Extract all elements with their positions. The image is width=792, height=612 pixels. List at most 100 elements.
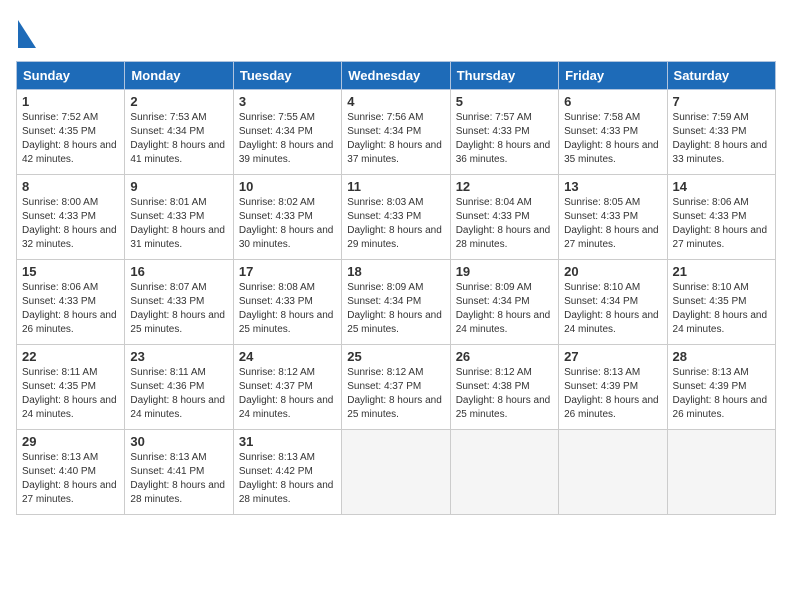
weekday-header-row: SundayMondayTuesdayWednesdayThursdayFrid… (17, 62, 776, 90)
sunrise-label: Sunrise: 8:09 AM (456, 282, 532, 293)
calendar-cell (450, 430, 558, 515)
sunrise-label: Sunrise: 7:57 AM (456, 112, 532, 123)
weekday-header-sunday: Sunday (17, 62, 125, 90)
calendar-cell: 30 Sunrise: 8:13 AM Sunset: 4:41 PM Dayl… (125, 430, 233, 515)
sunset-label: Sunset: 4:35 PM (22, 381, 96, 392)
cell-content: Sunrise: 8:11 AM Sunset: 4:36 PM Dayligh… (130, 366, 227, 422)
sunrise-label: Sunrise: 8:09 AM (347, 282, 423, 293)
week-row-4: 22 Sunrise: 8:11 AM Sunset: 4:35 PM Dayl… (17, 345, 776, 430)
daylight-label: Daylight: 8 hours and 36 minutes. (456, 140, 551, 165)
sunset-label: Sunset: 4:34 PM (456, 296, 530, 307)
calendar-cell: 25 Sunrise: 8:12 AM Sunset: 4:37 PM Dayl… (342, 345, 450, 430)
daylight-label: Daylight: 8 hours and 41 minutes. (130, 140, 225, 165)
day-number: 1 (22, 94, 119, 109)
day-number: 28 (673, 349, 770, 364)
day-number: 4 (347, 94, 444, 109)
sunrise-label: Sunrise: 8:02 AM (239, 197, 315, 208)
cell-content: Sunrise: 8:08 AM Sunset: 4:33 PM Dayligh… (239, 281, 336, 337)
calendar-cell: 17 Sunrise: 8:08 AM Sunset: 4:33 PM Dayl… (233, 260, 341, 345)
sunrise-label: Sunrise: 8:10 AM (673, 282, 749, 293)
daylight-label: Daylight: 8 hours and 24 minutes. (564, 310, 659, 335)
week-row-5: 29 Sunrise: 8:13 AM Sunset: 4:40 PM Dayl… (17, 430, 776, 515)
sunset-label: Sunset: 4:33 PM (564, 126, 638, 137)
day-number: 24 (239, 349, 336, 364)
cell-content: Sunrise: 8:01 AM Sunset: 4:33 PM Dayligh… (130, 196, 227, 252)
sunrise-label: Sunrise: 8:08 AM (239, 282, 315, 293)
sunset-label: Sunset: 4:33 PM (239, 296, 313, 307)
sunrise-label: Sunrise: 8:04 AM (456, 197, 532, 208)
day-number: 30 (130, 434, 227, 449)
calendar-cell: 26 Sunrise: 8:12 AM Sunset: 4:38 PM Dayl… (450, 345, 558, 430)
daylight-label: Daylight: 8 hours and 29 minutes. (347, 225, 442, 250)
daylight-label: Daylight: 8 hours and 42 minutes. (22, 140, 117, 165)
day-number: 17 (239, 264, 336, 279)
cell-content: Sunrise: 7:58 AM Sunset: 4:33 PM Dayligh… (564, 111, 661, 167)
daylight-label: Daylight: 8 hours and 24 minutes. (673, 310, 768, 335)
sunset-label: Sunset: 4:33 PM (130, 211, 204, 222)
daylight-label: Daylight: 8 hours and 33 minutes. (673, 140, 768, 165)
sunrise-label: Sunrise: 8:03 AM (347, 197, 423, 208)
calendar-cell (342, 430, 450, 515)
sunset-label: Sunset: 4:35 PM (22, 126, 96, 137)
calendar-cell: 3 Sunrise: 7:55 AM Sunset: 4:34 PM Dayli… (233, 90, 341, 175)
weekday-header-friday: Friday (559, 62, 667, 90)
sunrise-label: Sunrise: 8:06 AM (673, 197, 749, 208)
sunrise-label: Sunrise: 8:11 AM (22, 367, 97, 378)
daylight-label: Daylight: 8 hours and 25 minutes. (456, 395, 551, 420)
cell-content: Sunrise: 8:12 AM Sunset: 4:37 PM Dayligh… (347, 366, 444, 422)
weekday-header-wednesday: Wednesday (342, 62, 450, 90)
daylight-label: Daylight: 8 hours and 24 minutes. (456, 310, 551, 335)
calendar-cell: 18 Sunrise: 8:09 AM Sunset: 4:34 PM Dayl… (342, 260, 450, 345)
daylight-label: Daylight: 8 hours and 37 minutes. (347, 140, 442, 165)
day-number: 21 (673, 264, 770, 279)
sunrise-label: Sunrise: 7:53 AM (130, 112, 206, 123)
sunrise-label: Sunrise: 8:13 AM (564, 367, 640, 378)
calendar-cell: 24 Sunrise: 8:12 AM Sunset: 4:37 PM Dayl… (233, 345, 341, 430)
sunset-label: Sunset: 4:33 PM (239, 211, 313, 222)
day-number: 18 (347, 264, 444, 279)
sunset-label: Sunset: 4:33 PM (673, 126, 747, 137)
sunrise-label: Sunrise: 8:13 AM (673, 367, 749, 378)
calendar-cell: 8 Sunrise: 8:00 AM Sunset: 4:33 PM Dayli… (17, 175, 125, 260)
day-number: 9 (130, 179, 227, 194)
daylight-label: Daylight: 8 hours and 26 minutes. (564, 395, 659, 420)
sunset-label: Sunset: 4:34 PM (347, 296, 421, 307)
day-number: 19 (456, 264, 553, 279)
calendar-cell: 15 Sunrise: 8:06 AM Sunset: 4:33 PM Dayl… (17, 260, 125, 345)
sunset-label: Sunset: 4:34 PM (130, 126, 204, 137)
calendar-cell (559, 430, 667, 515)
cell-content: Sunrise: 7:59 AM Sunset: 4:33 PM Dayligh… (673, 111, 770, 167)
calendar-cell: 31 Sunrise: 8:13 AM Sunset: 4:42 PM Dayl… (233, 430, 341, 515)
sunrise-label: Sunrise: 8:13 AM (22, 452, 98, 463)
daylight-label: Daylight: 8 hours and 24 minutes. (130, 395, 225, 420)
cell-content: Sunrise: 8:10 AM Sunset: 4:34 PM Dayligh… (564, 281, 661, 337)
cell-content: Sunrise: 8:11 AM Sunset: 4:35 PM Dayligh… (22, 366, 119, 422)
sunrise-label: Sunrise: 7:52 AM (22, 112, 98, 123)
sunrise-label: Sunrise: 7:58 AM (564, 112, 640, 123)
day-number: 23 (130, 349, 227, 364)
calendar-body: 1 Sunrise: 7:52 AM Sunset: 4:35 PM Dayli… (17, 90, 776, 515)
calendar-cell (667, 430, 775, 515)
calendar-cell: 27 Sunrise: 8:13 AM Sunset: 4:39 PM Dayl… (559, 345, 667, 430)
cell-content: Sunrise: 8:13 AM Sunset: 4:39 PM Dayligh… (564, 366, 661, 422)
daylight-label: Daylight: 8 hours and 28 minutes. (456, 225, 551, 250)
day-number: 12 (456, 179, 553, 194)
calendar-cell: 14 Sunrise: 8:06 AM Sunset: 4:33 PM Dayl… (667, 175, 775, 260)
calendar-cell: 1 Sunrise: 7:52 AM Sunset: 4:35 PM Dayli… (17, 90, 125, 175)
calendar-cell: 9 Sunrise: 8:01 AM Sunset: 4:33 PM Dayli… (125, 175, 233, 260)
day-number: 20 (564, 264, 661, 279)
weekday-header-saturday: Saturday (667, 62, 775, 90)
calendar-cell: 6 Sunrise: 7:58 AM Sunset: 4:33 PM Dayli… (559, 90, 667, 175)
sunset-label: Sunset: 4:37 PM (239, 381, 313, 392)
calendar-cell: 7 Sunrise: 7:59 AM Sunset: 4:33 PM Dayli… (667, 90, 775, 175)
sunset-label: Sunset: 4:33 PM (347, 211, 421, 222)
calendar-table: SundayMondayTuesdayWednesdayThursdayFrid… (16, 61, 776, 515)
day-number: 26 (456, 349, 553, 364)
sunset-label: Sunset: 4:34 PM (239, 126, 313, 137)
daylight-label: Daylight: 8 hours and 32 minutes. (22, 225, 117, 250)
day-number: 22 (22, 349, 119, 364)
sunrise-label: Sunrise: 8:12 AM (347, 367, 423, 378)
sunrise-label: Sunrise: 8:10 AM (564, 282, 640, 293)
sunset-label: Sunset: 4:41 PM (130, 466, 204, 477)
daylight-label: Daylight: 8 hours and 27 minutes. (22, 480, 117, 505)
